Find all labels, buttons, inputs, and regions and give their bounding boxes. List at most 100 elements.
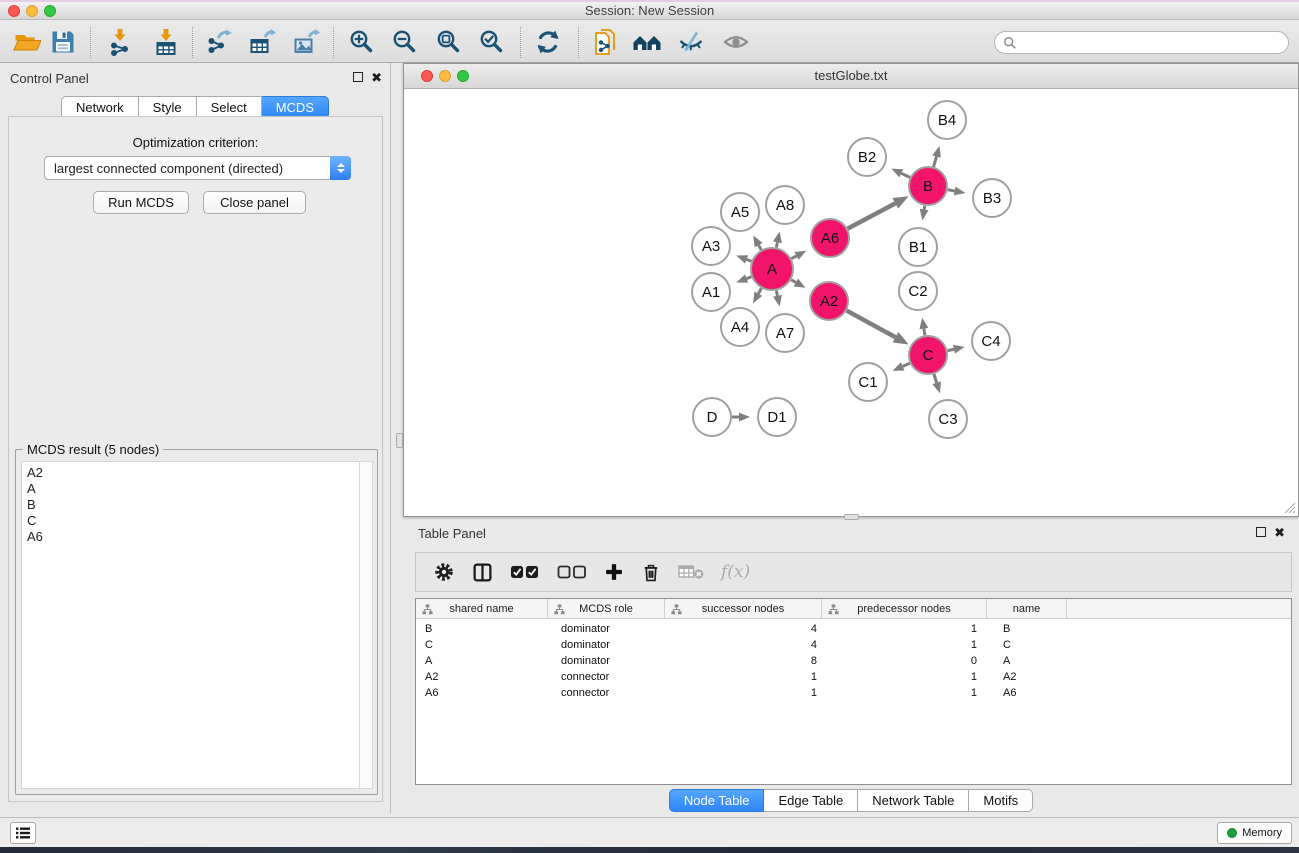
column-header-shared-name[interactable]: shared name bbox=[416, 599, 548, 619]
network-graph[interactable]: AA1A2A3A4A5A6A7A8BB1B2B3B4CC1C2C3C4DD1 bbox=[404, 89, 1298, 516]
show-all-icon[interactable] bbox=[721, 27, 751, 57]
result-list-item[interactable]: A2 bbox=[27, 465, 361, 481]
refresh-icon[interactable] bbox=[533, 27, 563, 57]
zoom-fit-icon[interactable] bbox=[434, 27, 464, 57]
graph-node-C2[interactable]: C2 bbox=[899, 272, 937, 310]
table-cell[interactable]: 0 bbox=[822, 653, 977, 669]
result-list-item[interactable]: C bbox=[27, 513, 361, 529]
table-cell[interactable]: connector bbox=[561, 685, 665, 701]
graph-node-A1[interactable]: A1 bbox=[692, 273, 730, 311]
graph-node-B[interactable]: B bbox=[909, 167, 947, 205]
close-traffic-light[interactable] bbox=[8, 5, 20, 17]
graph-node-A5[interactable]: A5 bbox=[721, 193, 759, 231]
run-mcds-button[interactable]: Run MCDS bbox=[93, 191, 189, 214]
table-cell[interactable]: A2 bbox=[425, 669, 548, 685]
table-cell[interactable]: A6 bbox=[1003, 685, 1067, 701]
search-input[interactable] bbox=[994, 31, 1289, 54]
new-network-from-selection-icon[interactable] bbox=[591, 27, 621, 57]
table-cell[interactable]: A2 bbox=[1003, 669, 1067, 685]
export-image-icon[interactable] bbox=[291, 27, 321, 57]
tab-node-table[interactable]: Node Table bbox=[669, 789, 765, 812]
memory-button[interactable]: Memory bbox=[1217, 822, 1292, 844]
table-cell[interactable]: 4 bbox=[665, 621, 817, 637]
table-cell[interactable]: 8 bbox=[665, 653, 817, 669]
table-cell[interactable]: dominator bbox=[561, 621, 665, 637]
close-panel-icon[interactable]: ✖ bbox=[1274, 525, 1285, 541]
hide-selected-icon[interactable] bbox=[676, 27, 706, 57]
graph-node-A2[interactable]: A2 bbox=[810, 282, 848, 320]
tab-network-table[interactable]: Network Table bbox=[858, 789, 969, 812]
table-cell[interactable]: A bbox=[425, 653, 548, 669]
graph-node-A8[interactable]: A8 bbox=[766, 186, 804, 224]
tab-edge-table[interactable]: Edge Table bbox=[764, 789, 858, 812]
graph-node-C[interactable]: C bbox=[909, 336, 947, 374]
delete-row-icon[interactable] bbox=[641, 562, 661, 583]
graph-node-B2[interactable]: B2 bbox=[848, 138, 886, 176]
float-panel-icon[interactable] bbox=[1256, 527, 1266, 537]
graph-node-C1[interactable]: C1 bbox=[849, 363, 887, 401]
column-header-MCDS-role[interactable]: MCDS role bbox=[548, 599, 665, 619]
export-table-icon[interactable] bbox=[247, 27, 277, 57]
table-cell[interactable]: 4 bbox=[665, 637, 817, 653]
export-network-icon[interactable] bbox=[204, 27, 234, 57]
minimize-traffic-light[interactable] bbox=[439, 70, 451, 82]
minimize-traffic-light[interactable] bbox=[26, 5, 38, 17]
add-row-icon[interactable] bbox=[604, 562, 624, 582]
graph-node-D[interactable]: D bbox=[693, 398, 731, 436]
table-cell[interactable]: 1 bbox=[665, 669, 817, 685]
table-cell[interactable]: B bbox=[1003, 621, 1067, 637]
zoom-selected-icon[interactable] bbox=[477, 27, 507, 57]
graph-node-C3[interactable]: C3 bbox=[929, 400, 967, 438]
graph-node-B3[interactable]: B3 bbox=[973, 179, 1011, 217]
graph-node-A4[interactable]: A4 bbox=[721, 308, 759, 346]
result-list-item[interactable]: B bbox=[27, 497, 361, 513]
table-cell[interactable]: C bbox=[1003, 637, 1067, 653]
graph-node-A[interactable]: A bbox=[751, 248, 793, 290]
deselect-all-rows-icon[interactable] bbox=[557, 564, 587, 580]
table-cell[interactable]: dominator bbox=[561, 637, 665, 653]
result-list-item[interactable]: A bbox=[27, 481, 361, 497]
graph-node-A3[interactable]: A3 bbox=[692, 227, 730, 265]
table-cell[interactable]: A bbox=[1003, 653, 1067, 669]
column-header-predecessor-nodes[interactable]: predecessor nodes bbox=[822, 599, 987, 619]
import-network-icon[interactable] bbox=[105, 27, 135, 57]
close-panel-button[interactable]: Close panel bbox=[203, 191, 306, 214]
close-traffic-light[interactable] bbox=[421, 70, 433, 82]
graph-node-D1[interactable]: D1 bbox=[758, 398, 796, 436]
graph-node-B1[interactable]: B1 bbox=[899, 228, 937, 266]
float-panel-icon[interactable]: ❐ bbox=[353, 72, 363, 82]
table-cell[interactable]: 1 bbox=[822, 637, 977, 653]
zoom-out-icon[interactable] bbox=[390, 27, 420, 57]
table-cell[interactable]: 1 bbox=[822, 669, 977, 685]
node-table[interactable]: shared nameMCDS rolesuccessor nodesprede… bbox=[415, 598, 1292, 785]
table-cell[interactable]: B bbox=[425, 621, 548, 637]
first-neighbors-icon[interactable] bbox=[632, 27, 662, 57]
graph-node-A7[interactable]: A7 bbox=[766, 314, 804, 352]
graph-node-B4[interactable]: B4 bbox=[928, 101, 966, 139]
show-column-icon[interactable] bbox=[472, 562, 493, 583]
column-header-name[interactable]: name bbox=[987, 599, 1067, 619]
vertical-splitter-handle[interactable] bbox=[396, 433, 403, 448]
window-resize-grip[interactable] bbox=[1282, 500, 1296, 514]
zoom-traffic-light[interactable] bbox=[44, 5, 56, 17]
table-cell[interactable]: dominator bbox=[561, 653, 665, 669]
panel-menu-button[interactable] bbox=[10, 822, 36, 844]
close-panel-icon[interactable]: ✖ bbox=[371, 70, 382, 86]
table-cell[interactable]: 1 bbox=[822, 685, 977, 701]
result-list-item[interactable]: A6 bbox=[27, 529, 361, 545]
mcds-result-list[interactable]: A2ABCA6 bbox=[21, 461, 362, 789]
column-header-successor-nodes[interactable]: successor nodes bbox=[665, 599, 822, 619]
graph-node-A6[interactable]: A6 bbox=[811, 219, 849, 257]
select-all-rows-icon[interactable] bbox=[510, 564, 540, 580]
save-session-icon[interactable] bbox=[48, 27, 78, 57]
criterion-select[interactable]: largest connected component (directed) bbox=[44, 156, 351, 180]
table-cell[interactable]: connector bbox=[561, 669, 665, 685]
table-cell[interactable]: A6 bbox=[425, 685, 548, 701]
tab-motifs[interactable]: Motifs bbox=[969, 789, 1033, 812]
zoom-traffic-light[interactable] bbox=[457, 70, 469, 82]
zoom-in-icon[interactable] bbox=[347, 27, 377, 57]
table-cell[interactable]: 1 bbox=[822, 621, 977, 637]
open-file-icon[interactable] bbox=[12, 27, 42, 57]
table-cell[interactable]: C bbox=[425, 637, 548, 653]
table-cell[interactable]: 1 bbox=[665, 685, 817, 701]
